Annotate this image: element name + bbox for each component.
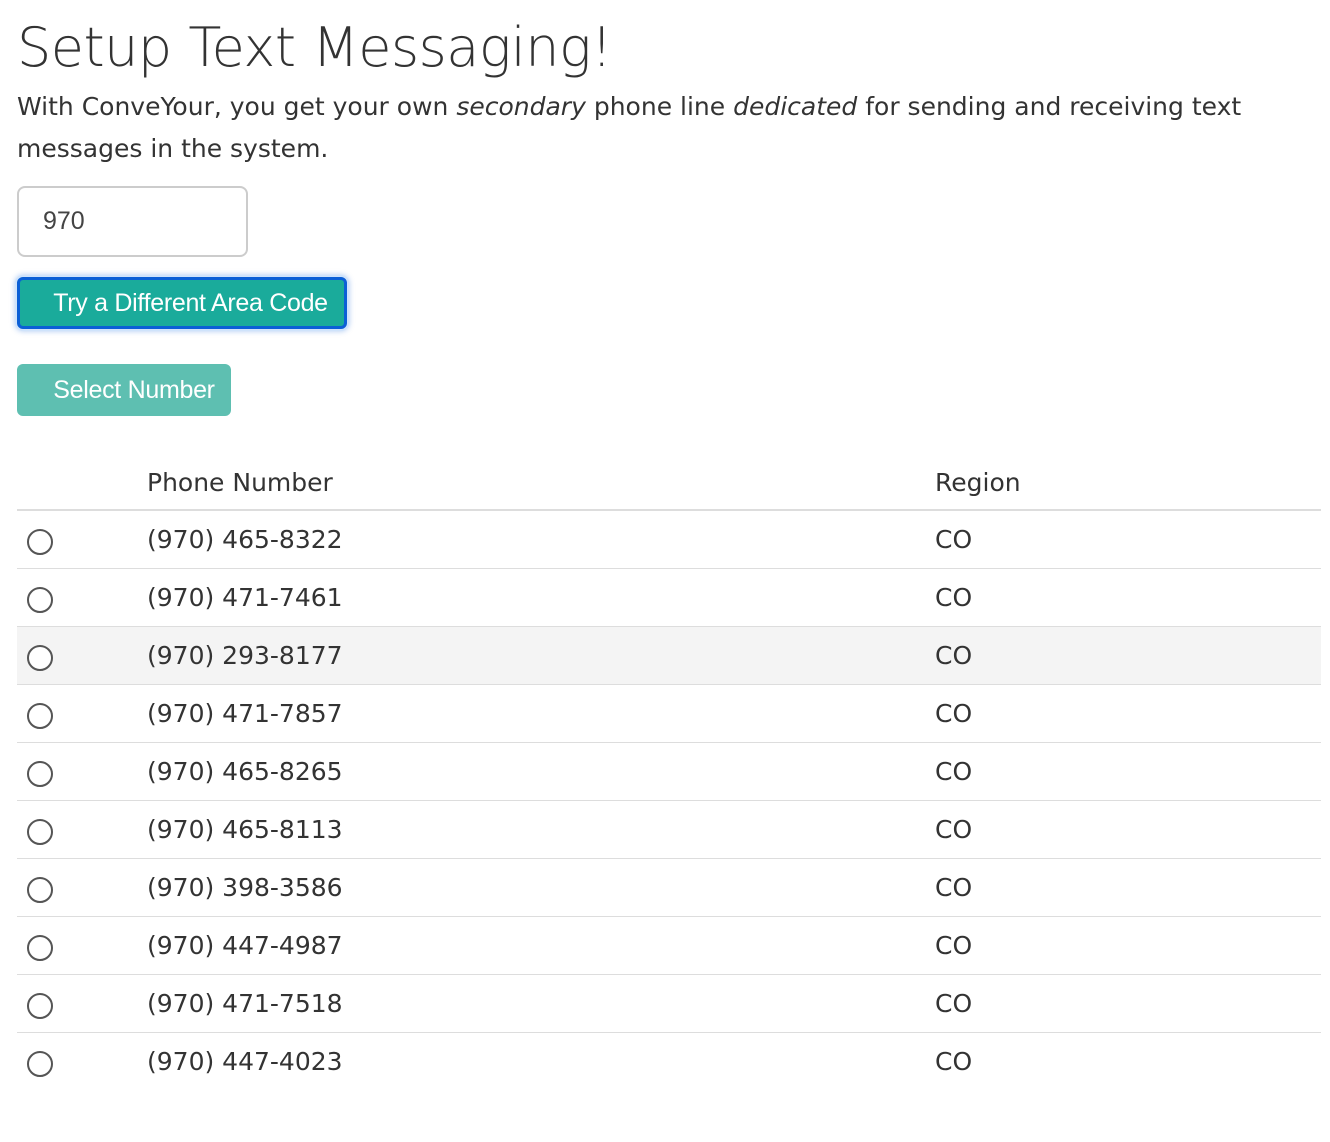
region-cell: CO <box>935 800 1321 859</box>
phone-number-table: Phone Number Region (970) 465-8322 CO (9… <box>17 455 1321 1090</box>
table-row[interactable]: (970) 471-7857 CO <box>17 684 1321 743</box>
region-column-header: Region <box>935 455 1321 511</box>
intro-emphasis-dedicated: dedicated <box>733 92 858 121</box>
phone-number-cell: (970) 471-7857 <box>147 684 935 743</box>
table-row[interactable]: (970) 465-8113 CO <box>17 800 1321 859</box>
phone-number-cell: (970) 447-4987 <box>147 916 935 975</box>
number-radio[interactable] <box>27 935 53 961</box>
phone-number-column-header: Phone Number <box>147 455 935 511</box>
table-row[interactable]: (970) 465-8322 CO <box>17 510 1321 569</box>
page-title: Setup Text Messaging! <box>17 16 613 79</box>
region-cell: CO <box>935 858 1321 917</box>
number-radio[interactable] <box>27 645 53 671</box>
region-cell: CO <box>935 742 1321 801</box>
table-row[interactable]: (970) 447-4987 CO <box>17 916 1321 975</box>
intro-text: With ConveYour, you get your own seconda… <box>17 86 1317 170</box>
region-cell: CO <box>935 1047 973 1076</box>
phone-number-cell: (970) 293-8177 <box>147 626 935 685</box>
number-radio[interactable] <box>27 587 53 613</box>
phone-number-cell: (970) 471-7461 <box>147 568 935 627</box>
table-row[interactable]: (970) 471-7518 CO <box>17 974 1321 1033</box>
number-radio[interactable] <box>27 529 53 555</box>
number-radio[interactable] <box>27 1051 53 1077</box>
intro-part1: With ConveYour, you get your own <box>17 92 457 121</box>
region-cell: CO <box>935 974 1321 1033</box>
phone-number-cell: (970) 465-8322 <box>147 510 935 569</box>
number-radio[interactable] <box>27 819 53 845</box>
table-row[interactable]: (970) 465-8265 CO <box>17 742 1321 801</box>
intro-emphasis-secondary: secondary <box>456 92 586 121</box>
table-row[interactable]: (970) 398-3586 CO <box>17 858 1321 917</box>
intro-part2: phone line <box>585 92 734 121</box>
table-row[interactable]: (970) 293-8177 CO <box>17 626 1321 685</box>
select-number-button[interactable]: Select Number <box>17 364 231 416</box>
phone-number-cell: (970) 447-4023 <box>147 1047 343 1076</box>
region-cell: CO <box>935 684 1321 743</box>
phone-number-cell: (970) 398-3586 <box>147 858 935 917</box>
select-column-header <box>17 455 147 511</box>
region-cell: CO <box>935 568 1321 627</box>
table-header-row: Phone Number Region <box>17 455 1321 511</box>
number-radio[interactable] <box>27 993 53 1019</box>
region-cell: CO <box>935 626 1321 685</box>
phone-number-cell: (970) 465-8113 <box>147 800 935 859</box>
phone-number-cell: (970) 465-8265 <box>147 742 935 801</box>
number-radio[interactable] <box>27 703 53 729</box>
table-row[interactable]: (970) 471-7461 CO <box>17 568 1321 627</box>
number-radio[interactable] <box>27 877 53 903</box>
phone-number-cell: (970) 471-7518 <box>147 974 935 1033</box>
area-code-input[interactable] <box>17 186 248 257</box>
try-different-area-code-button[interactable]: Try a Different Area Code <box>17 277 347 329</box>
table-row[interactable]: (970) 447-4023 CO <box>17 1033 1321 1091</box>
region-cell: CO <box>935 916 1321 975</box>
number-radio[interactable] <box>27 761 53 787</box>
region-cell: CO <box>935 510 1321 569</box>
